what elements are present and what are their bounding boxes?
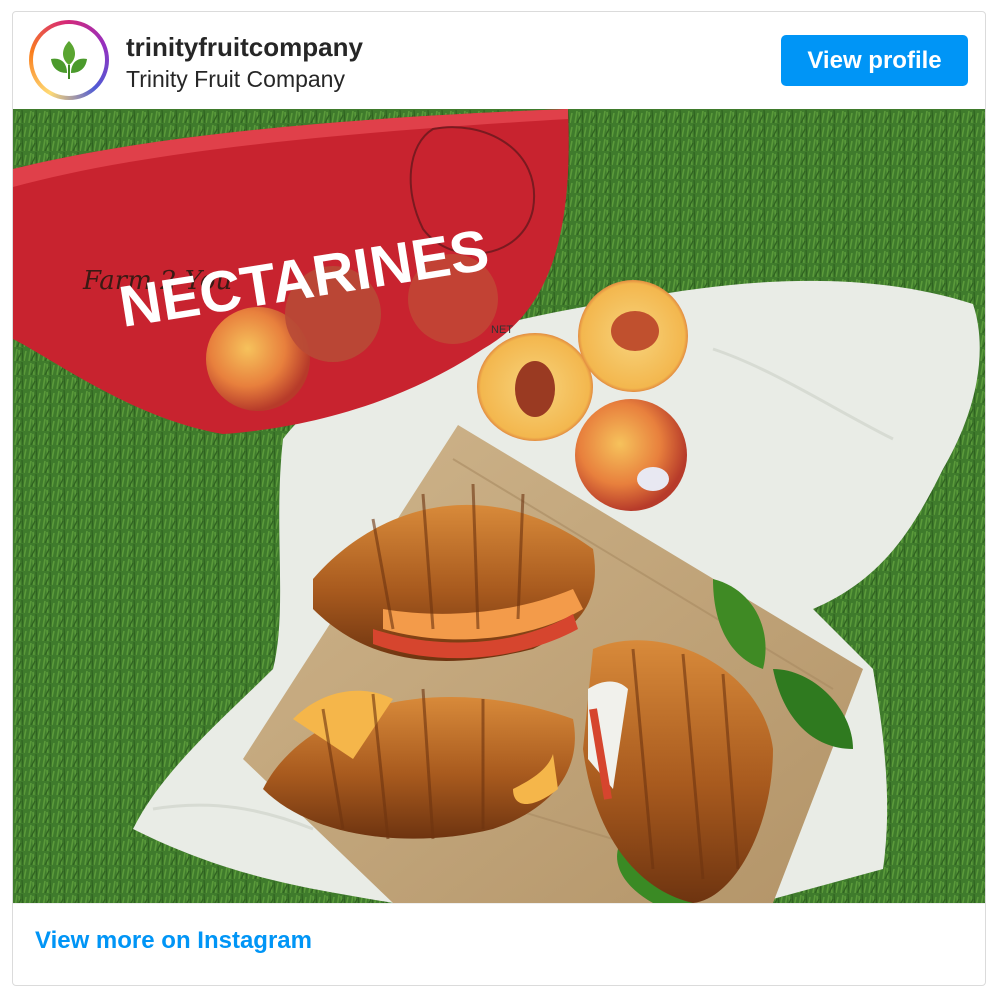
profile-full-name: Trinity Fruit Company xyxy=(126,66,345,92)
profile-avatar[interactable] xyxy=(29,20,109,100)
leaf-sprout-logo-icon xyxy=(51,41,87,79)
post-header: trinityfruitcompany Trinity Fruit Compan… xyxy=(13,12,985,109)
post-photo[interactable]: Farm 2 You NECTARINES NET xyxy=(13,109,985,903)
bag-small-text: NET xyxy=(491,324,513,336)
username[interactable]: trinityfruitcompany xyxy=(126,32,363,63)
avatar-inner xyxy=(33,24,105,96)
view-more-on-instagram-link[interactable]: View more on Instagram xyxy=(35,927,312,955)
view-profile-button[interactable]: View profile xyxy=(781,35,968,86)
instagram-embed-card: trinityfruitcompany Trinity Fruit Compan… xyxy=(12,11,986,986)
post-footer: View more on Instagram xyxy=(13,903,985,985)
